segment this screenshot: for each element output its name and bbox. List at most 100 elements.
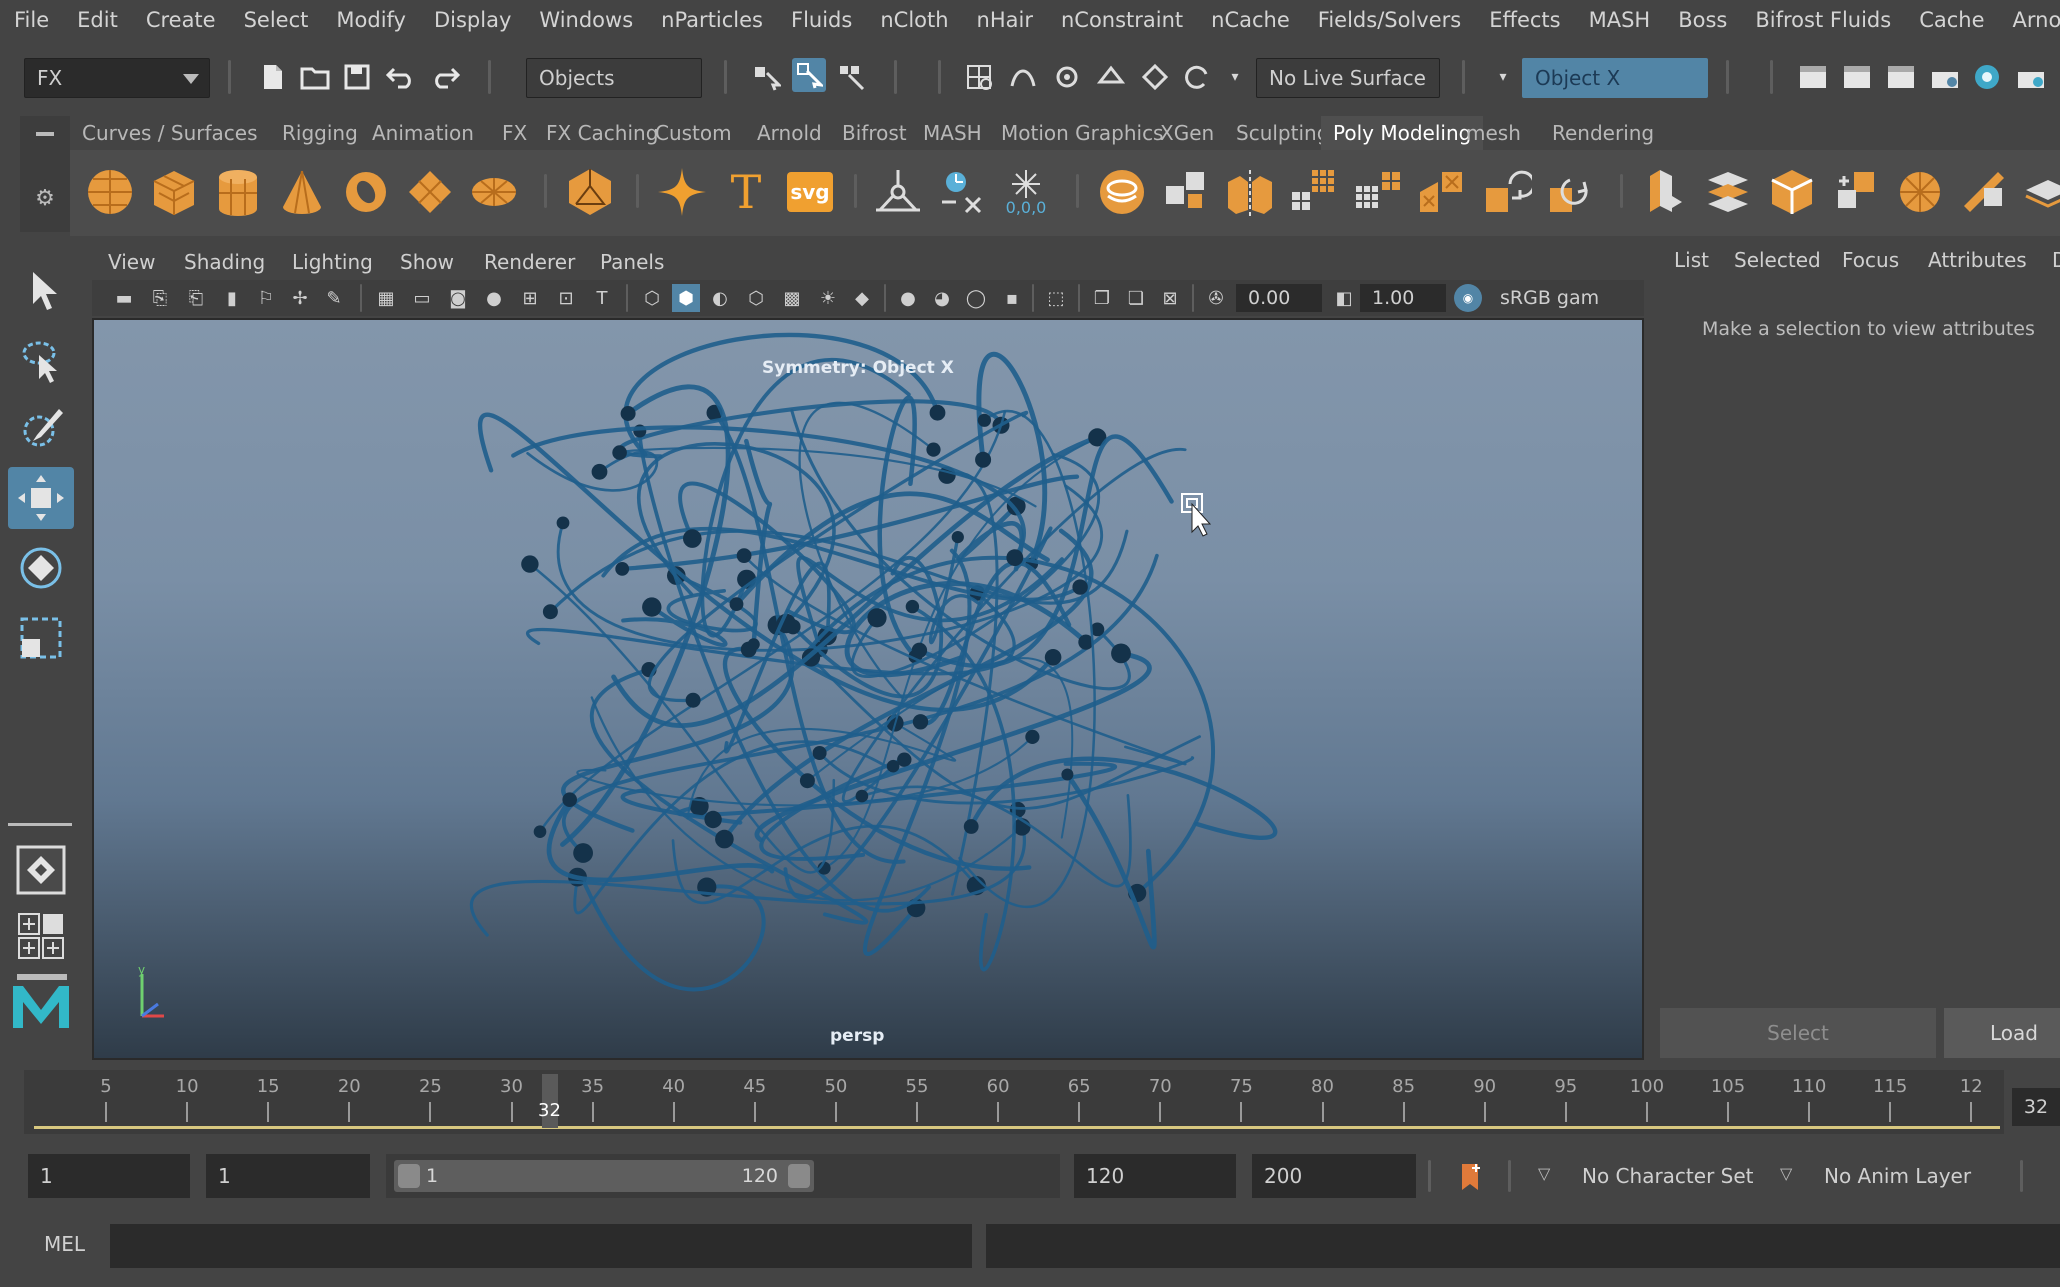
type-tool-icon[interactable]: T (718, 164, 774, 220)
shadows-icon[interactable]: ◆ (848, 284, 876, 312)
particle-point[interactable] (642, 597, 662, 617)
snap-to-point-icon[interactable] (1050, 60, 1084, 94)
film-gate-icon[interactable]: ▭ (408, 284, 436, 312)
menu-arnold[interactable]: Arnold (1999, 0, 2060, 40)
scale-tool-icon[interactable] (8, 607, 74, 669)
render-sequence-icon[interactable] (2014, 60, 2048, 94)
particle-point[interactable] (1025, 729, 1040, 744)
range-slider-track[interactable]: 1 120 (386, 1154, 1060, 1198)
panel-menu-show[interactable]: Show (400, 244, 454, 280)
command-language-label[interactable]: MEL (44, 1232, 85, 1256)
single-view-layout-icon[interactable] (8, 839, 74, 901)
shelf-tab-custom[interactable]: Custom (643, 116, 744, 150)
poly-disc-icon[interactable] (466, 164, 522, 220)
shelf-tab-rendering[interactable]: Rendering (1540, 116, 1666, 150)
menu-fields-solvers[interactable]: Fields/Solvers (1304, 0, 1475, 40)
append-polygon-icon[interactable] (1828, 164, 1884, 220)
menu-nparticles[interactable]: nParticles (647, 0, 777, 40)
xray-icon[interactable]: ❐ (1088, 284, 1116, 312)
particle-point[interactable] (1072, 579, 1088, 595)
playback-end-field[interactable]: 120 (1074, 1154, 1236, 1198)
exposure-icon[interactable]: ✇ (1202, 284, 1230, 312)
auto-key-icon[interactable] (1456, 1160, 1488, 1194)
shelf-tab-animation[interactable]: Animation (360, 116, 486, 150)
reduce-icon[interactable] (1350, 164, 1406, 220)
particle-point[interactable] (867, 608, 887, 628)
range-slider-handle[interactable]: 1 120 (394, 1160, 814, 1192)
target-weld-icon[interactable] (1956, 164, 2012, 220)
playback-start-field[interactable]: 1 (206, 1154, 370, 1198)
particle-point[interactable] (747, 638, 760, 651)
svg-tool-icon[interactable]: svg (782, 164, 838, 220)
menu-ncache[interactable]: nCache (1197, 0, 1304, 40)
sweep-mesh-icon[interactable] (870, 164, 926, 220)
particle-point[interactable] (591, 463, 608, 480)
particle-point[interactable] (615, 562, 630, 576)
attr-tab-attributes[interactable]: Attributes (1928, 240, 2027, 280)
remesh-icon[interactable] (1414, 164, 1470, 220)
panel-menu-renderer[interactable]: Renderer (484, 244, 575, 280)
camera-attributes-icon[interactable]: ⎘ (146, 284, 174, 312)
menu-ncloth[interactable]: nCloth (866, 0, 962, 40)
insert-edge-loop-icon[interactable] (2020, 164, 2060, 220)
xray-active-components-icon[interactable]: ❏ (1122, 284, 1150, 312)
hypershade-icon[interactable] (1970, 60, 2004, 94)
menu-nhair[interactable]: nHair (963, 0, 1047, 40)
range-start-grip[interactable] (398, 1164, 420, 1188)
select-button[interactable]: Select (1660, 1008, 1936, 1058)
hair-curve[interactable] (1065, 772, 1157, 950)
menu-display[interactable]: Display (420, 0, 525, 40)
current-frame-field[interactable]: 32 (2012, 1088, 2060, 1126)
particle-point[interactable] (799, 773, 815, 789)
camera-lock-icon[interactable]: ⎗ (182, 284, 210, 312)
attr-tab-selected[interactable]: Selected (1734, 240, 1821, 280)
command-input[interactable] (110, 1224, 972, 1268)
render-frame-icon[interactable] (1840, 60, 1874, 94)
screen-space-ao-icon[interactable]: ● (894, 284, 922, 312)
gear-icon[interactable]: ⚙ (32, 186, 58, 212)
mirror-icon[interactable] (1222, 164, 1278, 220)
snap-to-grid-icon[interactable] (962, 60, 996, 94)
render-view-icon[interactable] (1796, 60, 1830, 94)
particle-point[interactable] (905, 599, 920, 614)
particle-point[interactable] (715, 829, 734, 849)
chevron-down-icon[interactable]: ▾ (1486, 60, 1520, 94)
field-chart-icon[interactable]: ⊞ (516, 284, 544, 312)
menu-select[interactable]: Select (230, 0, 323, 40)
character-set-dropdown[interactable]: No Character Set (1570, 1154, 1768, 1198)
bridge-icon[interactable] (1700, 164, 1756, 220)
menu-nconstraint[interactable]: nConstraint (1047, 0, 1197, 40)
particle-point[interactable] (926, 442, 941, 457)
menu-fluids[interactable]: Fluids (777, 0, 866, 40)
xray-joints-icon[interactable]: ⊠ (1156, 284, 1184, 312)
use-all-lights-icon[interactable]: ☀ (814, 284, 842, 312)
maya-logo-icon[interactable] (8, 971, 74, 1033)
particle-point[interactable] (912, 714, 929, 730)
particle-point[interactable] (977, 413, 992, 427)
hair-curve[interactable] (582, 880, 766, 992)
hair-curve[interactable] (712, 410, 906, 864)
safe-action-icon[interactable]: ⊡ (552, 284, 580, 312)
particle-point[interactable] (1044, 649, 1062, 666)
particle-point[interactable] (897, 752, 912, 767)
smooth-icon[interactable] (1286, 164, 1342, 220)
platonic-solid-icon[interactable] (562, 164, 618, 220)
snap-to-view-plane-icon[interactable] (1094, 60, 1128, 94)
selection-mask-dropdown[interactable]: Objects (526, 58, 702, 98)
attr-tab-d[interactable]: D (2052, 240, 2060, 280)
unfold-icon[interactable] (1542, 164, 1598, 220)
particle-point[interactable] (542, 604, 558, 620)
hair-curve[interactable] (783, 526, 1053, 900)
select-tool-icon[interactable] (8, 259, 74, 321)
shelf-menu-icon[interactable] (36, 132, 54, 136)
animation-end-field[interactable]: 200 (1252, 1154, 1416, 1198)
particle-point[interactable] (951, 531, 964, 544)
panel-menu-shading[interactable]: Shading (184, 244, 265, 280)
resolution-gate-icon[interactable]: ◙ (444, 284, 472, 312)
safe-title-icon[interactable]: T (588, 284, 616, 312)
particle-point[interactable] (683, 529, 702, 548)
extrude-icon[interactable] (1636, 164, 1692, 220)
depth-of-field-icon[interactable]: ▪ (998, 284, 1026, 312)
ipr-render-icon[interactable] (1884, 60, 1918, 94)
particle-point[interactable] (1061, 768, 1074, 781)
